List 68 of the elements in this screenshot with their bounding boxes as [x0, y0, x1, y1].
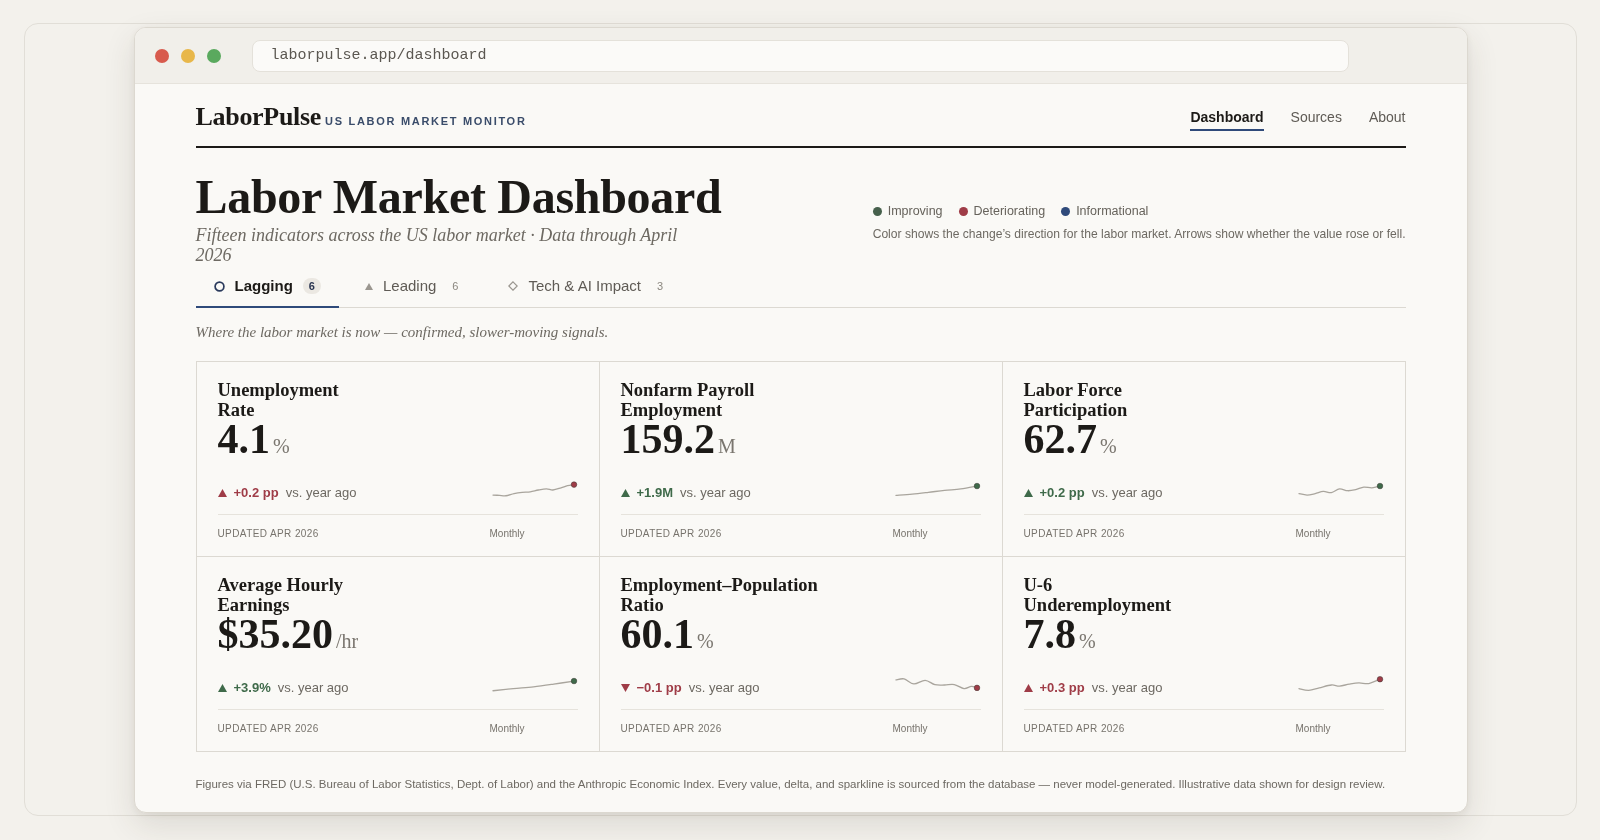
window-minimize-icon[interactable] — [180, 48, 195, 63]
updated-label: UPDATED APR 2026 — [1023, 722, 1125, 736]
frequency-label: Monthly — [489, 722, 525, 736]
logo-wordmark[interactable]: LaborPulse — [195, 102, 322, 132]
delta-value: +0.3 pp — [1039, 679, 1085, 697]
metric-value: $35.20 — [217, 615, 333, 653]
metric-unit: % — [697, 629, 714, 653]
diamond-icon — [508, 281, 519, 291]
card-title: Average Hourly Earnings — [217, 575, 345, 615]
legend-label: Improving — [887, 203, 943, 219]
tab[interactable]: Lagging 6 — [195, 269, 339, 308]
delta-value: +0.2 pp — [233, 484, 279, 502]
legend-label: Informational — [1076, 203, 1149, 219]
frequency-label: Monthly — [892, 527, 928, 541]
metric-value: 159.2 — [620, 420, 715, 458]
card-title: Unemployment Rate — [217, 380, 340, 420]
comparison-label: vs. year ago — [277, 679, 349, 697]
updated-label: UPDATED APR 2026 — [620, 527, 722, 541]
card-title: Labor Force Participation — [1023, 380, 1129, 420]
delta-value: +1.9M — [636, 484, 673, 502]
section-description: Where the labor market is now — confirmed, slower-moving signals. — [195, 323, 610, 342]
metric-unit: M — [718, 434, 736, 458]
tab-count: 6 — [302, 278, 321, 294]
updated-label: UPDATED APR 2026 — [1023, 527, 1125, 541]
delta-value: −0.1 pp — [636, 679, 682, 697]
delta-value: +0.2 pp — [1039, 484, 1085, 502]
nav-link[interactable]: Dashboard — [1190, 103, 1264, 131]
address-bar[interactable]: laborpulse.app/dashboard — [251, 39, 1349, 72]
metric-value: 62.7 — [1023, 420, 1097, 458]
frequency-label: Monthly — [489, 527, 525, 541]
card-title: Employment–Population Ratio — [620, 575, 818, 615]
comparison-label: vs. year ago — [285, 484, 357, 502]
metric-value: 4.1 — [217, 420, 270, 458]
updated-label: UPDATED APR 2026 — [217, 722, 319, 736]
metric-unit: /hr — [336, 629, 359, 653]
card-title: U-6 Underemployment — [1023, 575, 1173, 615]
source-footnote: Figures via FRED (U.S. Bureau of Labor Statistics, Dept. of Labor) and the Anthropic Economic Index. Every value, delta, and sparkline is sourced from the database — never model-generated. Illustrative data shown for design review. — [195, 777, 1387, 792]
tab-count: 6 — [451, 279, 460, 294]
updated-label: UPDATED APR 2026 — [620, 722, 722, 736]
metric-value: 60.1 — [620, 615, 694, 653]
page-title: Labor Market Dashboard — [195, 171, 722, 223]
card-title: Nonfarm Payroll Employment — [620, 380, 756, 420]
legend-note: Color shows the change’s direction for the labor market. Arrows show whether the value rose or fell. — [872, 226, 1406, 242]
frequency-label: Monthly — [892, 722, 928, 736]
frequency-label: Monthly — [1295, 527, 1331, 541]
updated-label: UPDATED APR 2026 — [217, 527, 319, 541]
comparison-label: vs. year ago — [688, 679, 760, 697]
frequency-label: Monthly — [1295, 722, 1331, 736]
tab-count: 3 — [656, 279, 665, 294]
window-zoom-icon[interactable] — [206, 48, 221, 63]
tagline: US LABOR MARKET MONITOR — [325, 114, 527, 128]
comparison-label: vs. year ago — [680, 484, 751, 502]
tab[interactable]: Tech & AI Impact 3 — [490, 269, 688, 308]
nav-link[interactable]: About — [1368, 103, 1406, 131]
comparison-label: vs. year ago — [1091, 679, 1163, 697]
triangle-icon — [364, 282, 373, 290]
tab[interactable]: Leading 6 — [346, 269, 483, 308]
metric-unit: % — [1100, 434, 1117, 458]
nav-link[interactable]: Sources — [1290, 103, 1342, 131]
metric-unit: % — [1079, 629, 1096, 653]
legend-label: Deteriorating — [973, 203, 1046, 219]
page-subtitle: Fifteen indicators across the US labor market · Data through April 2026 — [195, 225, 679, 265]
metric-unit: % — [273, 434, 290, 458]
delta-value: +3.9% — [233, 679, 271, 697]
circle-icon — [213, 280, 225, 292]
comparison-label: vs. year ago — [1091, 484, 1163, 502]
window-close-icon[interactable] — [154, 48, 169, 63]
metric-value: 7.8 — [1023, 615, 1076, 653]
